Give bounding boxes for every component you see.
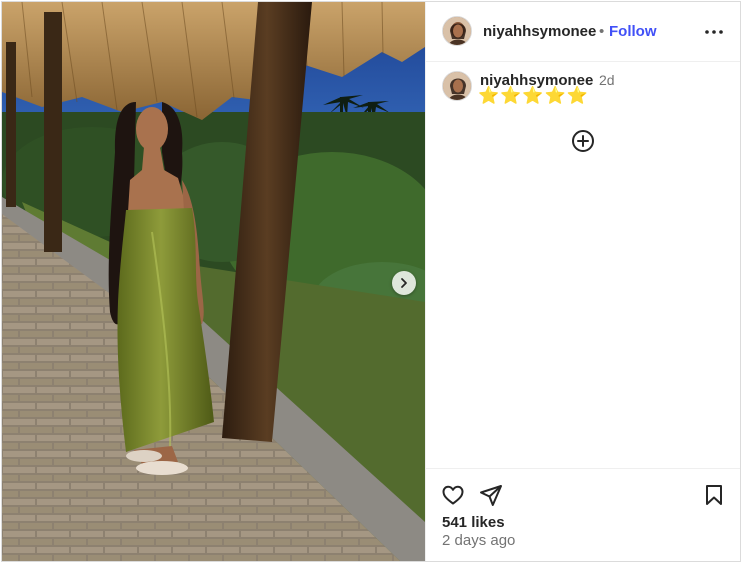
chevron-right-icon [401, 278, 407, 288]
post-actions: 541 likes 2 days ago [426, 468, 740, 561]
share-button[interactable] [479, 483, 503, 507]
bookmark-icon [706, 485, 722, 505]
paper-plane-icon [480, 485, 502, 506]
post-side-panel: niyahhsymonee • Follow niyahhsymonee 2d [425, 2, 740, 561]
caption-text: ⭐⭐⭐⭐⭐ [478, 86, 589, 105]
post-date[interactable]: 2 days ago [442, 532, 515, 549]
like-button[interactable] [441, 483, 465, 507]
post-image [2, 2, 425, 561]
next-photo-button[interactable] [392, 271, 416, 295]
save-button[interactable] [702, 483, 726, 507]
more-options-icon [705, 30, 723, 34]
post-photo[interactable] [2, 2, 425, 561]
heart-icon [442, 485, 464, 505]
likes-count[interactable]: 541 likes [442, 514, 505, 531]
caption-timestamp[interactable]: 2d [599, 72, 615, 88]
plus-circle-icon [572, 130, 594, 152]
avatar[interactable] [442, 16, 472, 46]
more-options-button[interactable] [702, 22, 726, 42]
profile-picture [443, 72, 471, 100]
profile-picture [443, 17, 471, 45]
separator-dot: • [599, 23, 605, 40]
follow-button[interactable]: Follow [609, 23, 657, 40]
load-more-comments-button[interactable] [571, 129, 595, 153]
post-modal: niyahhsymonee • Follow niyahhsymonee 2d [1, 1, 741, 562]
avatar[interactable] [442, 71, 472, 101]
post-header: niyahhsymonee • Follow [426, 2, 740, 62]
author-username[interactable]: niyahhsymonee [483, 23, 596, 40]
